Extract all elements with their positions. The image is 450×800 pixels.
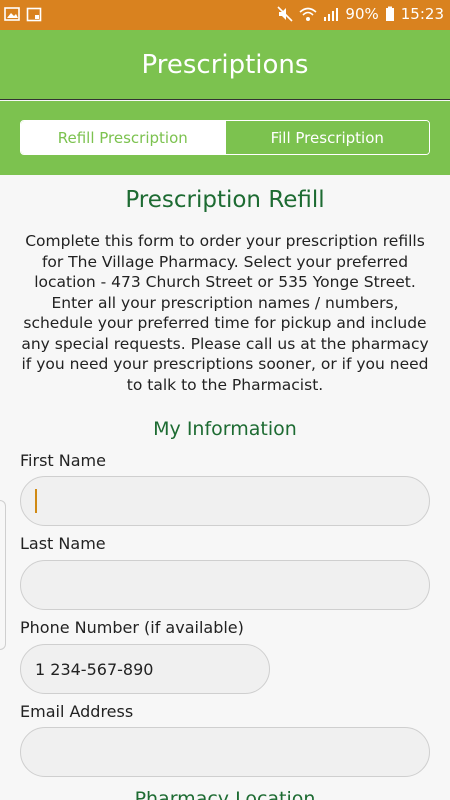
- page-title: Prescriptions: [141, 49, 309, 80]
- status-bar: 90% 15:23: [0, 0, 450, 30]
- form-heading: Prescription Refill: [125, 187, 325, 213]
- wifi-icon: [299, 7, 317, 21]
- text-cursor: [35, 489, 37, 513]
- status-right: 90% 15:23: [277, 5, 444, 23]
- form-intro-text: Complete this form to order your prescri…: [21, 232, 429, 394]
- first-name-label: First Name: [20, 451, 106, 470]
- image-icon: [4, 7, 20, 21]
- last-name-field[interactable]: [20, 560, 430, 610]
- clock-time: 15:23: [400, 5, 444, 23]
- battery-percent: 90%: [345, 5, 379, 23]
- my-information-heading: My Information: [153, 418, 297, 440]
- status-left-icons: [4, 6, 42, 22]
- last-name-label: Last Name: [20, 534, 106, 553]
- signal-icon: [324, 8, 339, 21]
- calendar-icon: [26, 7, 42, 22]
- side-drawer-handle[interactable]: [0, 500, 6, 650]
- tab-refill-prescription[interactable]: Refill Prescription: [21, 121, 225, 154]
- email-field[interactable]: [20, 727, 430, 777]
- mute-icon: [277, 6, 293, 22]
- segmented-control: Refill Prescription Fill Prescription: [20, 120, 430, 155]
- app-bar: Prescriptions: [0, 30, 450, 100]
- phone-value: 1 234-567-890: [35, 659, 154, 679]
- pharmacy-location-heading: Pharmacy Location: [134, 788, 316, 800]
- tab-strip: Refill Prescription Fill Prescription: [0, 101, 450, 175]
- battery-icon: [385, 6, 394, 21]
- form-content[interactable]: Prescription Refill Complete this form t…: [0, 175, 450, 800]
- phone-field[interactable]: 1 234-567-890: [20, 644, 270, 694]
- email-label: Email Address: [20, 702, 134, 721]
- phone-label: Phone Number (if available): [20, 618, 244, 637]
- tab-fill-prescription[interactable]: Fill Prescription: [224, 121, 429, 154]
- first-name-field[interactable]: [20, 476, 430, 526]
